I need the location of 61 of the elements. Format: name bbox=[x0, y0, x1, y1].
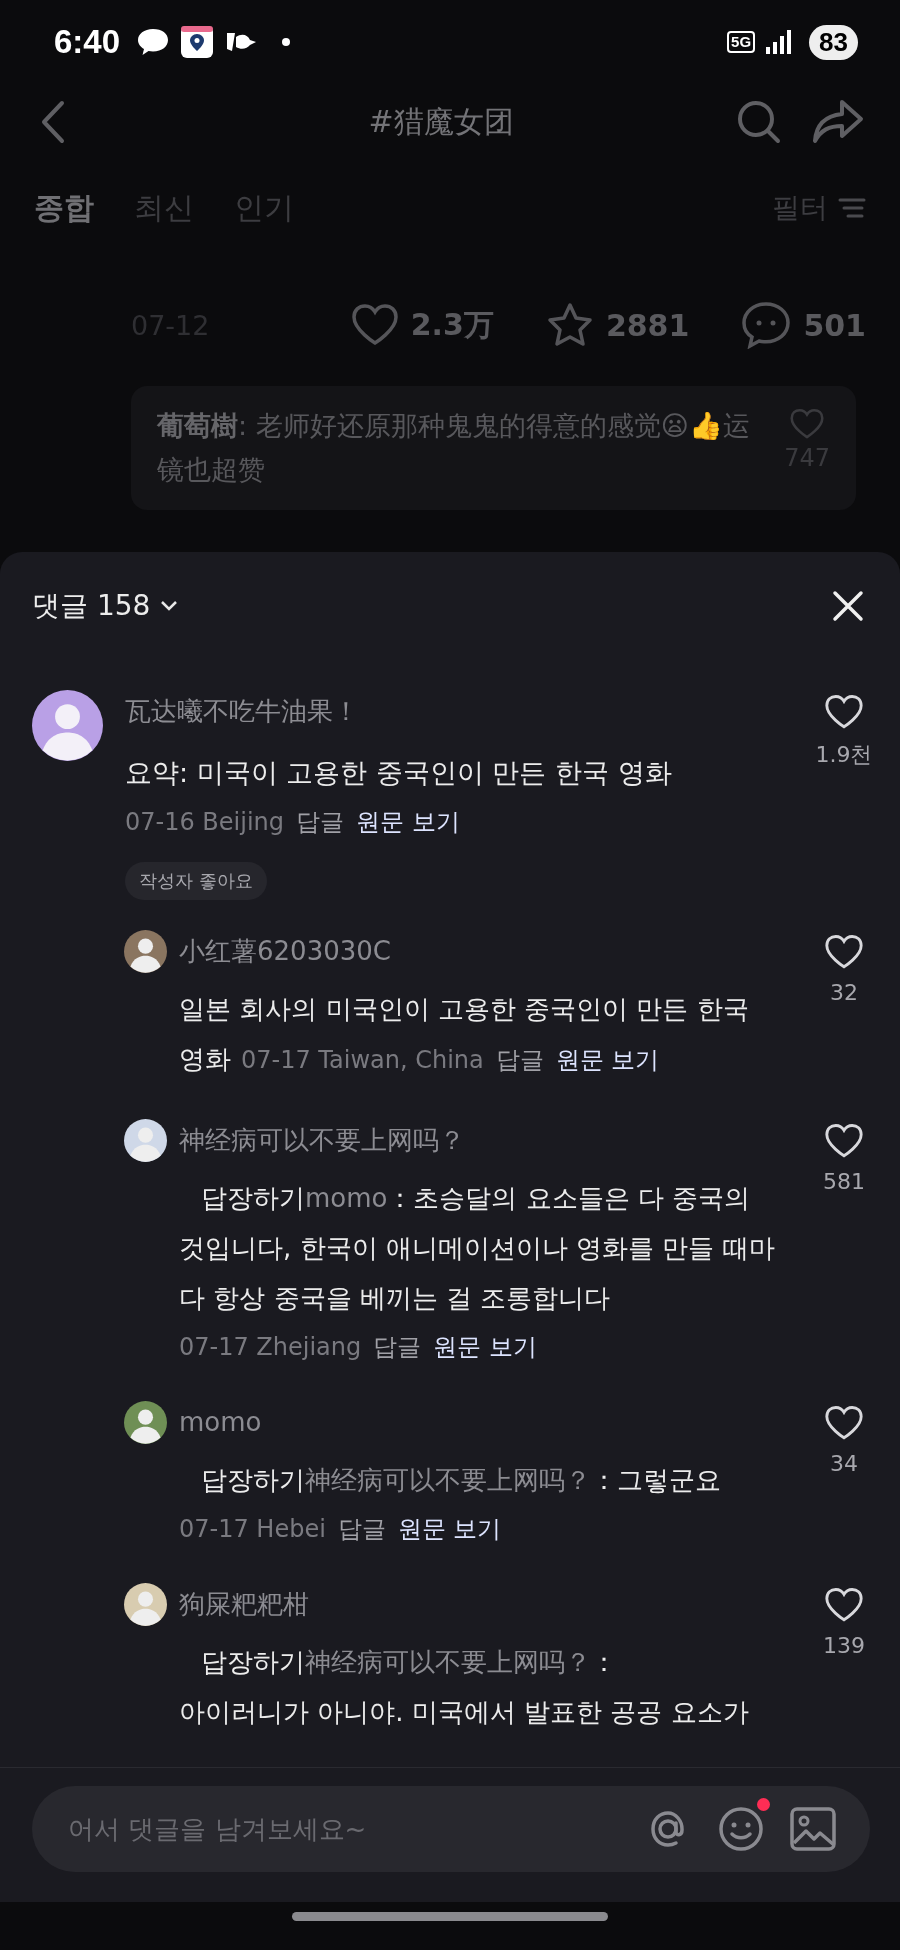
comment-text: 일본 회사의 미국인이 고용한 중국인이 만든 한국 영화 07-17 Taiwan, China 답글 원문 보기 bbox=[179, 993, 750, 1076]
reply-link[interactable]: 답글 bbox=[296, 802, 345, 842]
reply-link[interactable]: 답글 bbox=[495, 1046, 544, 1074]
battery-level: 83 bbox=[809, 24, 858, 60]
view-original-link[interactable]: 원문 보기 bbox=[433, 1327, 537, 1367]
heart-icon[interactable] bbox=[824, 934, 864, 970]
heart-icon[interactable] bbox=[824, 694, 864, 730]
star-icon[interactable] bbox=[545, 302, 594, 348]
notification-dot-icon bbox=[282, 38, 291, 46]
like-count: 2.3万 bbox=[410, 305, 494, 344]
reply-link[interactable]: 답글 bbox=[373, 1327, 422, 1367]
status-time: 6:40 bbox=[54, 23, 121, 61]
comment-date-location: 07-17 Hebei bbox=[179, 1514, 326, 1545]
heart-icon[interactable] bbox=[824, 1587, 864, 1623]
comment-date-location: 07-16 Beijing bbox=[125, 807, 285, 838]
view-original-link[interactable]: 원문 보기 bbox=[356, 802, 460, 842]
search-icon[interactable] bbox=[736, 99, 782, 145]
emoji-icon[interactable] bbox=[718, 1806, 764, 1852]
back-icon[interactable] bbox=[40, 100, 66, 144]
avatar-icon[interactable] bbox=[124, 1401, 167, 1444]
avatar-icon[interactable] bbox=[32, 690, 103, 761]
favorite-count: 2881 bbox=[605, 307, 690, 343]
reply-link[interactable]: 답글 bbox=[337, 1509, 386, 1549]
heart-icon[interactable] bbox=[824, 1123, 864, 1159]
like-count: 1.9천 bbox=[815, 741, 873, 769]
like-count: 34 bbox=[830, 1451, 858, 1476]
like-count: 581 bbox=[823, 1169, 865, 1194]
like-count: 139 bbox=[823, 1633, 865, 1658]
image-icon[interactable] bbox=[790, 1807, 836, 1851]
heart-icon[interactable] bbox=[824, 1405, 864, 1441]
share-icon[interactable] bbox=[812, 99, 864, 145]
chat-bubble-icon bbox=[136, 27, 171, 57]
tab[interactable]: 종합 bbox=[34, 187, 94, 229]
comment-author[interactable]: 狗屎粑粑柑 bbox=[179, 1581, 309, 1627]
comment-author[interactable]: momo bbox=[179, 1399, 262, 1445]
comment-text: 답장하기神经病可以不要上网吗？： 아이러니가 아니야. 미국에서 발표한 공공 요소가 bbox=[179, 1646, 749, 1729]
page-title: #猎魔女团 bbox=[367, 102, 515, 141]
signal-icon bbox=[765, 29, 794, 55]
comment-author[interactable]: 神经病可以不要上网吗？ bbox=[179, 1117, 465, 1163]
comment-count-dropdown[interactable]: 댓글 158 bbox=[32, 587, 179, 625]
comment-text: 요약: 미국이 고용한 중국인이 만든 한국 영화 bbox=[125, 757, 672, 788]
comment-text: 답장하기 momo：초승달의 요소들은 다 중국의 것입니다, 한국이 애니메이션이나 영화를 만들 때마다 항상 중국을 베끼는 걸 조롱합니다 bbox=[179, 1182, 776, 1315]
comment-author[interactable]: 瓦达曦不吃牛油果！ bbox=[125, 688, 359, 734]
comment-text: 葡萄樹: 老师好还原那种鬼鬼的得意的感觉😦👍运镜也超赞 bbox=[157, 409, 751, 487]
map-pin-icon bbox=[180, 25, 215, 59]
close-icon[interactable] bbox=[832, 590, 864, 622]
like-count: 32 bbox=[830, 980, 858, 1005]
network-type: 5G bbox=[727, 31, 756, 53]
comment-text: 답장하기神经病可以不要上网吗？：그렇군요 bbox=[200, 1464, 721, 1497]
avatar-icon[interactable] bbox=[124, 1119, 167, 1162]
comment-count: 501 bbox=[803, 307, 866, 343]
comment-date-location: 07-17 Zhejiang bbox=[179, 1332, 362, 1363]
avatar-icon[interactable] bbox=[124, 1583, 167, 1626]
view-original-link[interactable]: 원문 보기 bbox=[555, 1046, 660, 1074]
filter-icon bbox=[838, 197, 866, 219]
view-original-link[interactable]: 원문 보기 bbox=[397, 1509, 502, 1549]
avatar-icon[interactable] bbox=[124, 930, 167, 973]
comment-icon[interactable] bbox=[741, 301, 792, 349]
author-liked-badge: 작성자 좋아요 bbox=[125, 862, 267, 900]
chevron-down-icon bbox=[160, 600, 179, 612]
comment-author[interactable]: 小红薯6203030C bbox=[179, 928, 391, 974]
